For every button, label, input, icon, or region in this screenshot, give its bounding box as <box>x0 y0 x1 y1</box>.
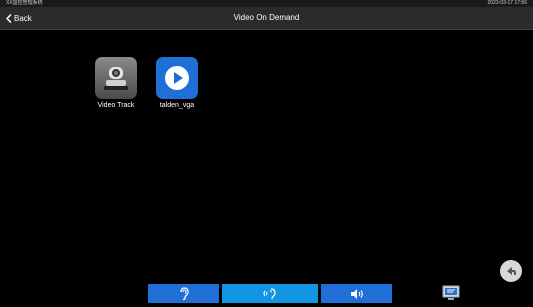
tab-volume[interactable] <box>321 284 392 303</box>
monitor-icon <box>442 285 460 300</box>
talk-icon <box>263 288 276 300</box>
app-label: Video Track <box>97 102 135 109</box>
back-label: Back <box>14 13 32 23</box>
return-icon <box>507 267 516 275</box>
app-talden-vga[interactable]: talden_vga <box>147 57 207 109</box>
tab-talk[interactable] <box>222 284 318 303</box>
camera-icon <box>95 57 137 99</box>
app-label: talden_vga <box>159 102 195 109</box>
back-button[interactable]: Back <box>6 7 32 29</box>
tab-listen[interactable] <box>148 284 219 303</box>
ear-icon <box>179 287 189 300</box>
return-button[interactable] <box>500 260 522 282</box>
page-title: Video On Demand <box>233 13 300 22</box>
status-bar: XX监控管理系统 2023-03-17 17:56 <box>0 0 533 7</box>
chevron-left-icon <box>6 13 12 23</box>
speaker-icon <box>350 288 363 299</box>
status-datetime: 2023-03-17 17:56 <box>487 0 527 6</box>
header-bar: Back Video On Demand <box>0 7 533 30</box>
status-app-name: XX监控管理系统 <box>6 0 43 6</box>
screen-button[interactable] <box>441 284 461 302</box>
app-video-track[interactable]: Video Track <box>86 57 146 109</box>
play-icon <box>156 57 198 99</box>
